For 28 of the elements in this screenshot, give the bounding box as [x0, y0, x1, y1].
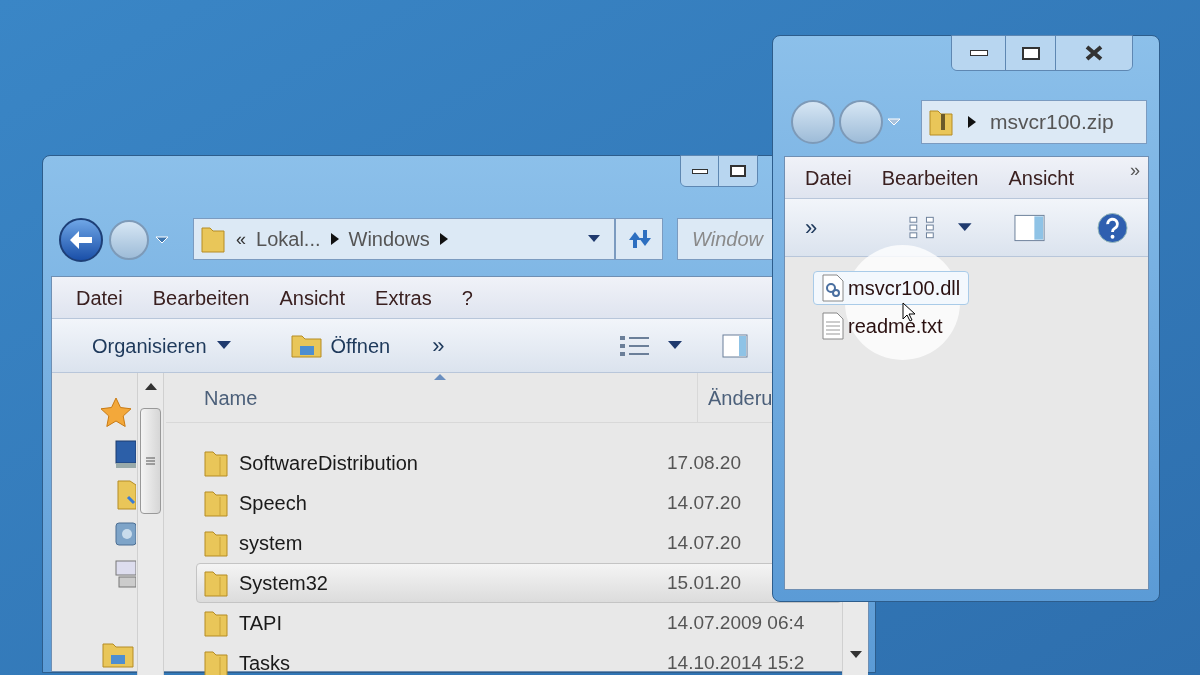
address-bar[interactable]: msvcr100.zip: [921, 100, 1147, 144]
address-bar[interactable]: « Lokal... Windows: [193, 218, 615, 260]
file-item[interactable]: msvcr100.dll: [813, 271, 970, 305]
column-header[interactable]: Name: [166, 373, 698, 422]
file-row[interactable]: Speech 14.07.20: [196, 483, 842, 523]
menu-item[interactable]: Datei: [76, 282, 123, 313]
file-row[interactable]: system 14.07.20: [196, 523, 842, 563]
menu-item[interactable]: Bearbeiten: [881, 162, 979, 193]
column-header[interactable]: Änderu: [698, 382, 773, 413]
menu-item[interactable]: Ansicht: [279, 282, 346, 313]
open-button[interactable]: Öffnen: [290, 330, 391, 361]
breadcrumb[interactable]: Windows: [348, 224, 430, 254]
more-tools-button[interactable]: »: [805, 211, 818, 244]
menu-item[interactable]: Bearbeiten: [152, 282, 250, 313]
file-row[interactable]: Tasks 14.10.2014 15:2: [196, 643, 842, 675]
menu-item[interactable]: Datei: [805, 162, 852, 193]
file-row[interactable]: TAPI 14.07.2009 06:4: [196, 603, 842, 643]
more-tools-button[interactable]: »: [432, 329, 445, 362]
menu-item[interactable]: ?: [461, 282, 473, 313]
file-item[interactable]: readme.txt: [813, 309, 952, 343]
organize-menu-button[interactable]: Organisieren: [92, 330, 231, 361]
breadcrumb[interactable]: msvcr100.zip: [990, 106, 1114, 138]
overflow-mark[interactable]: «: [236, 225, 246, 253]
menu-item[interactable]: Ansicht: [1008, 162, 1075, 193]
more-menu-button[interactable]: »: [1130, 157, 1140, 184]
file-row[interactable]: SoftwareDistribution 17.08.20: [196, 443, 842, 483]
menu-item[interactable]: Extras: [375, 282, 432, 313]
breadcrumb[interactable]: Lokal...: [256, 224, 321, 254]
